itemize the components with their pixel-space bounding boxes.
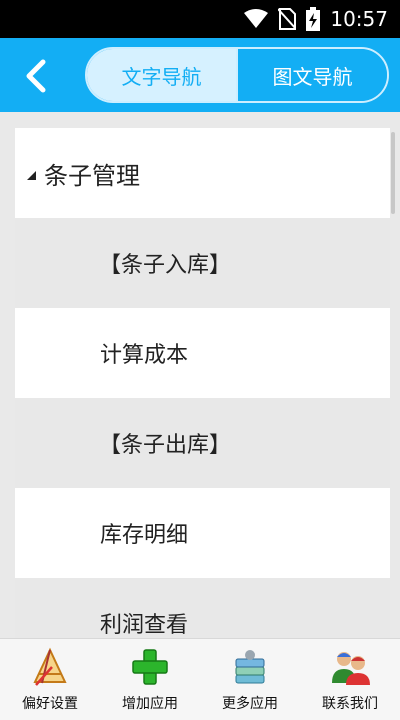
list-item-stock-out[interactable]: 【条子出库】 <box>15 398 390 488</box>
list-item-inventory-detail[interactable]: 库存明细 <box>15 488 390 578</box>
group-title: 条子管理 <box>44 161 140 190</box>
list-item-calculate-cost[interactable]: 计算成本 <box>15 308 390 398</box>
status-time: 10:57 <box>330 7 388 31</box>
add-app-button[interactable]: 增加应用 <box>100 639 200 720</box>
list-item-stock-in[interactable]: 【条子入库】 <box>15 218 390 308</box>
expand-triangle-icon <box>27 170 36 180</box>
bottom-toolbar: 偏好设置 增加应用 更多应用 联系我们 <box>0 638 400 720</box>
navigation-list: 条子管理 【条子入库】 计算成本 【条子出库】 库存明细 利润查看 <box>15 128 390 638</box>
preferences-label: 偏好设置 <box>22 696 78 712</box>
battery-charging-icon <box>306 7 321 31</box>
tab-text-navigation-label: 文字导航 <box>121 64 202 89</box>
back-arrow-icon <box>26 59 46 93</box>
more-apps-label: 更多应用 <box>222 696 278 712</box>
list-item-label: 利润查看 <box>100 613 189 638</box>
tab-image-text-navigation-label: 图文导航 <box>272 64 353 89</box>
contact-us-icon <box>332 652 370 685</box>
navigation-mode-switch: 文字导航 图文导航 <box>85 47 389 103</box>
tab-text-navigation[interactable]: 文字导航 <box>87 49 236 101</box>
contact-us-button[interactable]: 联系我们 <box>300 639 400 720</box>
tab-image-text-navigation[interactable]: 图文导航 <box>236 49 387 101</box>
status-bar: 10:57 <box>0 0 400 38</box>
contact-us-label: 联系我们 <box>322 696 378 712</box>
back-button[interactable] <box>18 56 54 96</box>
list-item-label: 计算成本 <box>100 343 189 368</box>
preferences-icon <box>33 647 67 686</box>
preferences-button[interactable]: 偏好设置 <box>0 639 100 720</box>
list-item-profit-view[interactable]: 利润查看 <box>15 578 390 638</box>
scrollbar-thumb[interactable] <box>391 132 395 214</box>
add-app-icon <box>132 649 168 685</box>
app-header: 文字导航 图文导航 <box>0 38 400 112</box>
wifi-icon <box>244 9 269 28</box>
group-header-tiaozi[interactable]: 条子管理 <box>15 128 390 218</box>
add-app-label: 增加应用 <box>122 696 178 712</box>
no-sim-icon <box>278 8 297 30</box>
list-item-label: 【条子出库】 <box>99 433 232 458</box>
more-apps-button[interactable]: 更多应用 <box>200 639 300 720</box>
more-apps-icon <box>235 650 265 684</box>
list-item-label: 【条子入库】 <box>99 253 232 278</box>
list-item-label: 库存明细 <box>100 523 189 548</box>
